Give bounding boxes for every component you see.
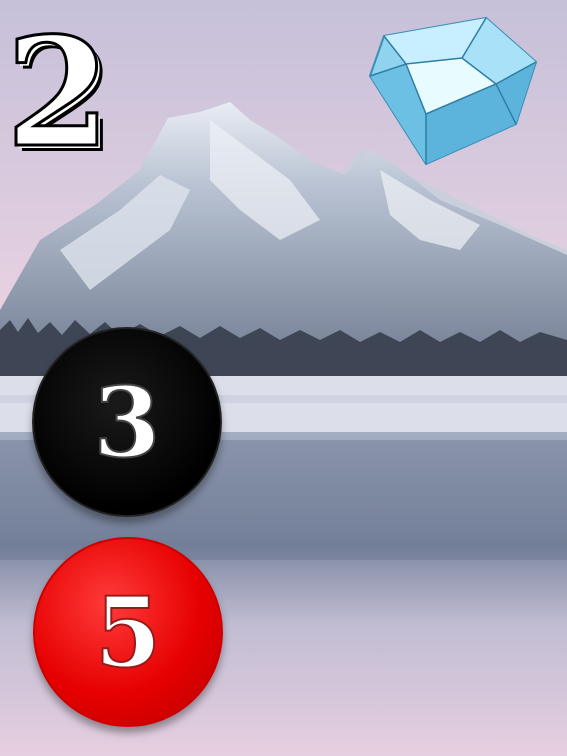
red-chip-number: 5 bbox=[94, 575, 163, 690]
black-chip[interactable]: 3 bbox=[32, 327, 222, 517]
top-number-digit[interactable]: 2 bbox=[5, 17, 116, 170]
diamond-icon[interactable] bbox=[366, 14, 552, 168]
black-chip-number: 3 bbox=[93, 365, 162, 480]
red-chip[interactable]: 5 bbox=[33, 537, 223, 727]
